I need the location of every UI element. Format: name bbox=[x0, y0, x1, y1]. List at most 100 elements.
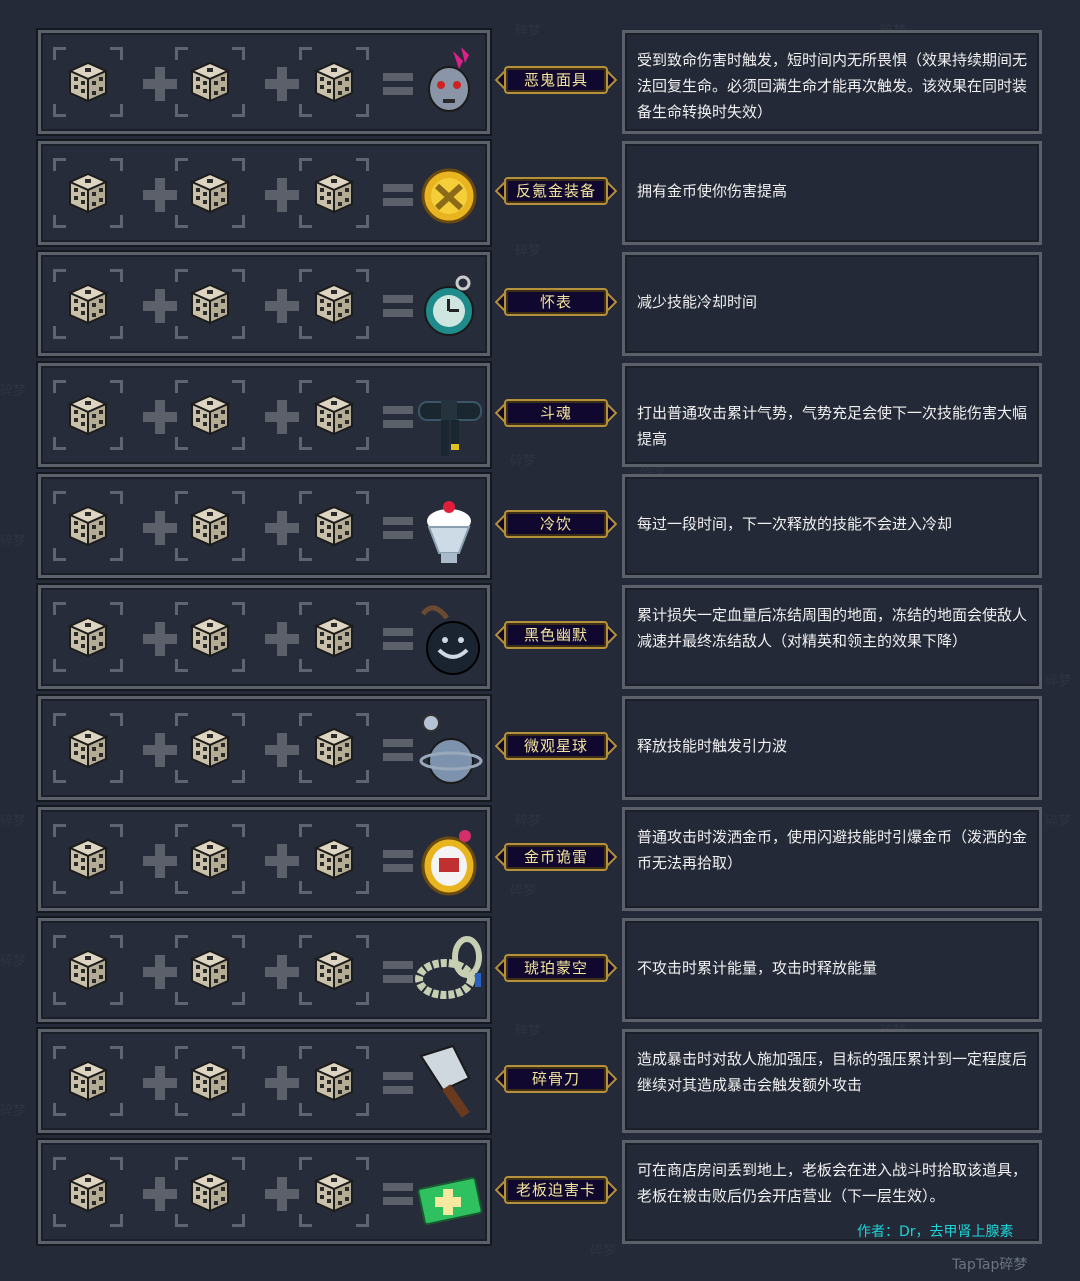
dice-icon bbox=[189, 394, 231, 436]
item-description: 不攻击时累计能量，攻击时释放能量 bbox=[622, 918, 1042, 1022]
dice-icon bbox=[67, 1171, 109, 1213]
pocket-watch-icon bbox=[424, 275, 474, 336]
recipe-row: 冷饮 每过一段时间，下一次释放的技能不会进入冷却 bbox=[0, 474, 1080, 585]
dice-slot bbox=[53, 158, 123, 228]
item-description-text: 打出普通攻击累计气势，气势充足会使下一次技能伤害大幅提高 bbox=[637, 404, 1028, 448]
item-name-label: 碎骨刀 bbox=[494, 1063, 618, 1095]
dice-slot bbox=[53, 935, 123, 1005]
recipe-panel bbox=[38, 252, 490, 356]
dice-icon bbox=[67, 283, 109, 325]
coin-trap-icon bbox=[421, 830, 477, 896]
plus-icon bbox=[143, 178, 177, 212]
item-name-label: 琥珀蒙空 bbox=[494, 952, 618, 984]
dice-slot bbox=[53, 47, 123, 117]
dice-icon bbox=[313, 394, 355, 436]
recipe-panel bbox=[38, 30, 490, 134]
plus-icon bbox=[265, 844, 299, 878]
item-description: 受到致命伤害时触发，短时间内无所畏惧（效果持续期间无法回复生命。必须回满生命才能… bbox=[622, 30, 1042, 134]
dice-icon bbox=[67, 61, 109, 103]
recipe-panel bbox=[38, 363, 490, 467]
item-name-label: 怀表 bbox=[494, 286, 618, 318]
dice-slot bbox=[299, 491, 369, 561]
plus-icon bbox=[143, 955, 177, 989]
item-description-text: 每过一段时间，下一次释放的技能不会进入冷却 bbox=[637, 515, 953, 533]
grinning-bomb-icon bbox=[420, 605, 480, 675]
item-description-text: 造成暴击时对敌人施加强压，目标的强压累计到一定程度后继续对其造成暴击会触发额外攻… bbox=[637, 1050, 1028, 1094]
dice-slot bbox=[53, 824, 123, 894]
dice-icon bbox=[313, 172, 355, 214]
dice-icon bbox=[189, 172, 231, 214]
recipe-row: 碎骨刀 造成暴击时对敌人施加强压，目标的强压累计到一定程度后继续对其造成暴击会触发… bbox=[0, 1029, 1080, 1140]
item-name: 金币诡雷 bbox=[523, 848, 588, 866]
item-description-text: 不攻击时累计能量，攻击时释放能量 bbox=[637, 959, 878, 977]
item-description: 每过一段时间，下一次释放的技能不会进入冷却 bbox=[622, 474, 1042, 578]
plus-icon bbox=[143, 400, 177, 434]
dice-icon bbox=[313, 838, 355, 880]
dice-icon bbox=[67, 616, 109, 658]
dice-slot bbox=[299, 935, 369, 1005]
dice-icon bbox=[313, 283, 355, 325]
dice-icon bbox=[313, 61, 355, 103]
taptap-watermark: TapTap碎梦 bbox=[952, 1257, 1028, 1273]
item-description: 累计损失一定血量后冻结周围的地面，冻结的地面会使敌人减速并最终冻结敌人（对精英和… bbox=[622, 585, 1042, 689]
plus-icon bbox=[143, 622, 177, 656]
item-description-text: 普通攻击时泼洒金币，使用闪避技能时引爆金币（泼洒的金币无法再拾取） bbox=[637, 828, 1028, 872]
dice-icon bbox=[189, 1171, 231, 1213]
plus-icon bbox=[265, 733, 299, 767]
item-name: 微观星球 bbox=[523, 737, 588, 755]
dice-slot bbox=[175, 47, 245, 117]
dice-icon bbox=[67, 394, 109, 436]
item-name: 斗魂 bbox=[539, 404, 572, 422]
item-name-label: 金币诡雷 bbox=[494, 841, 618, 873]
dice-slot bbox=[175, 1157, 245, 1227]
dice-icon bbox=[189, 949, 231, 991]
anti-gold-coin-icon bbox=[421, 168, 477, 224]
item-description-text: 拥有金币使你伤害提高 bbox=[637, 182, 788, 200]
dice-slot bbox=[299, 1046, 369, 1116]
recipe-row: 斗魂 打出普通攻击累计气势，气势充足会使下一次技能伤害大幅提高 bbox=[0, 363, 1080, 474]
dice-slot bbox=[299, 158, 369, 228]
dice-icon bbox=[189, 283, 231, 325]
dice-slot bbox=[299, 713, 369, 783]
dice-icon bbox=[67, 172, 109, 214]
item-name: 碎骨刀 bbox=[531, 1070, 580, 1088]
item-name-label: 冷饮 bbox=[494, 508, 618, 540]
item-name: 老板迫害卡 bbox=[515, 1181, 596, 1199]
dice-slot bbox=[53, 380, 123, 450]
dice-slot bbox=[175, 1046, 245, 1116]
dice-icon bbox=[313, 1060, 355, 1102]
micro-planet-icon bbox=[419, 714, 483, 784]
dice-slot bbox=[175, 713, 245, 783]
dice-icon bbox=[189, 727, 231, 769]
item-description-text: 可在商店房间丢到地上，老板会在进入战斗时拾取该道具，老板在被击败后仍会开店营业（… bbox=[637, 1161, 1028, 1205]
dice-slot bbox=[299, 380, 369, 450]
item-name: 冷饮 bbox=[539, 515, 572, 533]
dice-slot bbox=[175, 491, 245, 561]
dice-slot bbox=[175, 824, 245, 894]
plus-icon bbox=[265, 289, 299, 323]
plus-icon bbox=[265, 1066, 299, 1100]
dice-slot bbox=[53, 1046, 123, 1116]
dice-icon bbox=[67, 949, 109, 991]
dice-icon bbox=[313, 505, 355, 547]
green-card-icon bbox=[417, 1176, 483, 1226]
dice-icon bbox=[189, 616, 231, 658]
recipe-panel bbox=[38, 585, 490, 689]
plus-icon bbox=[265, 511, 299, 545]
dice-slot bbox=[299, 824, 369, 894]
recipe-row: 黑色幽默 累计损失一定血量后冻结周围的地面，冻结的地面会使敌人减速并最终冻结敌人（… bbox=[0, 585, 1080, 696]
item-name: 怀表 bbox=[539, 293, 572, 311]
dice-icon bbox=[313, 949, 355, 991]
item-description: 减少技能冷却时间 bbox=[622, 252, 1042, 356]
plus-icon bbox=[265, 67, 299, 101]
item-name: 恶鬼面具 bbox=[523, 71, 588, 89]
plus-icon bbox=[265, 955, 299, 989]
item-description: 普通攻击时泼洒金币，使用闪避技能时引爆金币（泼洒的金币无法再拾取） bbox=[622, 807, 1042, 911]
recipe-row: 金币诡雷 普通攻击时泼洒金币，使用闪避技能时引爆金币（泼洒的金币无法再拾取） bbox=[0, 807, 1080, 918]
recipe-row: 微观星球 释放技能时触发引力波 bbox=[0, 696, 1080, 807]
item-description: 打出普通攻击累计气势，气势充足会使下一次技能伤害大幅提高 bbox=[622, 363, 1042, 467]
item-name: 琥珀蒙空 bbox=[523, 959, 588, 977]
dice-slot bbox=[53, 602, 123, 672]
item-description-text: 释放技能时触发引力波 bbox=[637, 737, 788, 755]
recipe-row: 反氪金装备 拥有金币使你伤害提高 bbox=[0, 141, 1080, 252]
